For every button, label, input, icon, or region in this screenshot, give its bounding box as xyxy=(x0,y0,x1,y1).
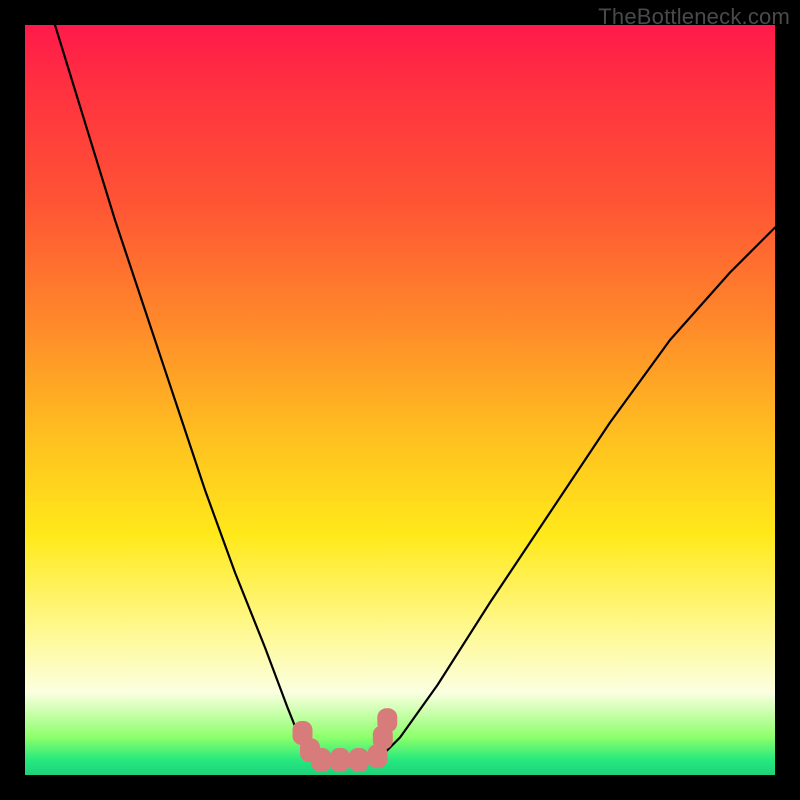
valley-marker xyxy=(349,748,369,772)
valley-marker xyxy=(311,748,331,772)
chart-frame: TheBottleneck.com xyxy=(0,0,800,800)
chart-valley-markers xyxy=(293,708,398,772)
valley-marker xyxy=(330,748,350,772)
watermark-text: TheBottleneck.com xyxy=(598,4,790,30)
main-curve xyxy=(55,25,775,760)
valley-marker xyxy=(377,708,397,732)
chart-lines xyxy=(55,25,775,760)
chart-svg xyxy=(25,25,775,775)
